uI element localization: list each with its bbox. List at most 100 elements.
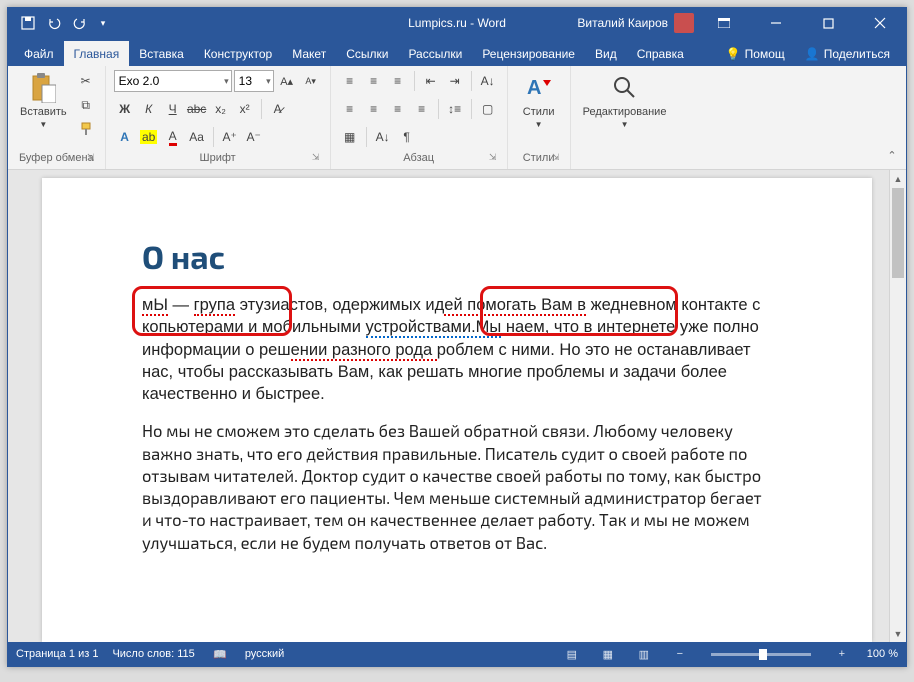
proofing-icon[interactable]: 📖	[209, 643, 231, 665]
tab-help[interactable]: Справка	[627, 41, 694, 66]
superscript-button[interactable]: x²	[234, 98, 256, 120]
tab-home[interactable]: Главная	[64, 41, 130, 66]
zoom-out-button[interactable]: −	[669, 643, 691, 665]
bullets-button[interactable]: ≡	[339, 70, 361, 92]
group-styles: A Стили ▼ Стили⇲	[508, 66, 571, 169]
bold-button[interactable]: Ж	[114, 98, 136, 120]
borders-button[interactable]: ▦	[339, 126, 361, 148]
user-account[interactable]: Виталий Каиров	[577, 13, 694, 33]
underline-button[interactable]: Ч	[162, 98, 184, 120]
tab-view[interactable]: Вид	[585, 41, 627, 66]
vertical-scrollbar[interactable]: ▲ ▼	[889, 170, 906, 642]
show-marks-button[interactable]: ¶	[396, 126, 418, 148]
dialog-launcher-icon[interactable]: ⇲	[85, 152, 97, 164]
close-button[interactable]	[858, 8, 902, 38]
dialog-launcher-icon[interactable]: ⇲	[487, 152, 499, 164]
shrink-font-button[interactable]: A▾	[300, 70, 322, 92]
tab-mailings[interactable]: Рассылки	[398, 41, 472, 66]
lightbulb-icon: 💡	[726, 47, 741, 61]
clear-formatting-button[interactable]: A̷	[267, 98, 289, 120]
styles-button[interactable]: A Стили ▼	[516, 70, 562, 131]
subscript-button[interactable]: x₂	[210, 98, 232, 120]
tab-file[interactable]: Файл	[14, 41, 64, 66]
chevron-down-icon: ▼	[39, 120, 47, 129]
numbering-button[interactable]: ≡	[363, 70, 385, 92]
ribbon-display-button[interactable]	[702, 8, 746, 38]
tab-review[interactable]: Рецензирование	[472, 41, 585, 66]
scroll-thumb[interactable]	[892, 188, 904, 278]
undo-icon[interactable]	[46, 15, 62, 31]
paragraph-1[interactable]: мЫ — група этузиастов, одержимых идей по…	[142, 294, 772, 405]
increase-indent-button[interactable]: ⇥	[444, 70, 466, 92]
qat-customize-icon[interactable]: ▾	[98, 15, 108, 31]
clipboard-icon	[27, 72, 59, 104]
group-clipboard: Вставить ▼ ✂ ⧉ Буфер обмена⇲	[8, 66, 106, 169]
chevron-down-icon: ▼	[535, 120, 543, 129]
text-effects-button[interactable]: A	[114, 126, 136, 148]
tab-references[interactable]: Ссылки	[336, 41, 398, 66]
align-left-button[interactable]: ≡	[339, 98, 361, 120]
grow-font-2-button[interactable]: A⁺	[219, 126, 241, 148]
strikethrough-button[interactable]: abc	[186, 98, 208, 120]
tab-design[interactable]: Конструктор	[194, 41, 282, 66]
font-color-button[interactable]: A	[162, 126, 184, 148]
dialog-launcher-icon[interactable]: ⇲	[550, 152, 562, 164]
zoom-in-button[interactable]: +	[831, 643, 853, 665]
align-right-button[interactable]: ≡	[387, 98, 409, 120]
paste-button[interactable]: Вставить ▼	[16, 70, 71, 131]
tab-insert[interactable]: Вставка	[129, 41, 194, 66]
title-bar: ▾ Lumpics.ru - Word Виталий Каиров	[8, 8, 906, 38]
group-label: Буфер обмена	[19, 152, 94, 164]
zoom-slider[interactable]	[711, 653, 811, 656]
document-area: О нас мЫ — група этузиастов, одержимых и…	[8, 170, 906, 642]
change-case-button[interactable]: Aa	[186, 126, 208, 148]
cut-button[interactable]: ✂	[75, 70, 97, 92]
justify-button[interactable]: ≡	[411, 98, 433, 120]
decrease-indent-button[interactable]: ⇤	[420, 70, 442, 92]
format-painter-button[interactable]	[75, 118, 97, 140]
font-size-combo[interactable]: 13	[234, 70, 274, 92]
scroll-down-icon[interactable]: ▼	[890, 625, 906, 642]
web-layout-icon[interactable]: ▥	[633, 643, 655, 665]
print-layout-icon[interactable]: ▦	[597, 643, 619, 665]
tell-me[interactable]: 💡Помощ	[716, 47, 795, 66]
share-icon: 👤	[805, 47, 820, 61]
word-count[interactable]: Число слов: 115	[112, 648, 194, 660]
font-name-combo[interactable]: Exo 2.0	[114, 70, 232, 92]
read-mode-icon[interactable]: ▤	[561, 643, 583, 665]
align-center-button[interactable]: ≡	[363, 98, 385, 120]
grow-font-button[interactable]: A▴	[276, 70, 298, 92]
slider-thumb[interactable]	[759, 649, 767, 660]
redo-icon[interactable]	[72, 15, 88, 31]
editing-button[interactable]: Редактирование ▼	[579, 70, 671, 131]
minimize-button[interactable]	[754, 8, 798, 38]
paragraph-2[interactable]: Но мы не сможем это сделать без Вашей об…	[142, 421, 772, 555]
user-name: Виталий Каиров	[577, 16, 668, 30]
maximize-button[interactable]	[806, 8, 850, 38]
highlight-button[interactable]: ab	[138, 126, 160, 148]
scroll-up-icon[interactable]: ▲	[890, 170, 906, 187]
dialog-launcher-icon[interactable]: ⇲	[310, 152, 322, 164]
heading[interactable]: О нас	[142, 238, 772, 276]
shrink-font-2-button[interactable]: A⁻	[243, 126, 265, 148]
italic-button[interactable]: К	[138, 98, 160, 120]
multilevel-list-button[interactable]: ≡	[387, 70, 409, 92]
group-paragraph: ≡ ≡ ≡ ⇤ ⇥ A↓ ≡ ≡ ≡ ≡ ↕≡ ▢	[331, 66, 508, 169]
app-window: ▾ Lumpics.ru - Word Виталий Каиров Файл …	[7, 7, 907, 667]
line-spacing-button[interactable]: ↕≡	[444, 98, 466, 120]
save-icon[interactable]	[20, 15, 36, 31]
page[interactable]: О нас мЫ — група этузиастов, одержимых и…	[42, 178, 872, 642]
page-indicator[interactable]: Страница 1 из 1	[16, 648, 98, 660]
svg-text:A: A	[527, 77, 541, 99]
copy-button[interactable]: ⧉	[75, 94, 97, 116]
sort-button[interactable]: A↓	[477, 70, 499, 92]
collapse-ribbon-button[interactable]: ⌃	[882, 145, 902, 165]
group-label: Абзац	[403, 152, 434, 164]
language-indicator[interactable]: русский	[245, 648, 284, 660]
shading-button[interactable]: ▢	[477, 98, 499, 120]
zoom-level[interactable]: 100 %	[867, 648, 898, 660]
sort-az-button[interactable]: A↓	[372, 126, 394, 148]
share-button[interactable]: 👤Поделиться	[795, 47, 900, 66]
tab-layout[interactable]: Макет	[282, 41, 336, 66]
styles-icon: A	[523, 72, 555, 104]
